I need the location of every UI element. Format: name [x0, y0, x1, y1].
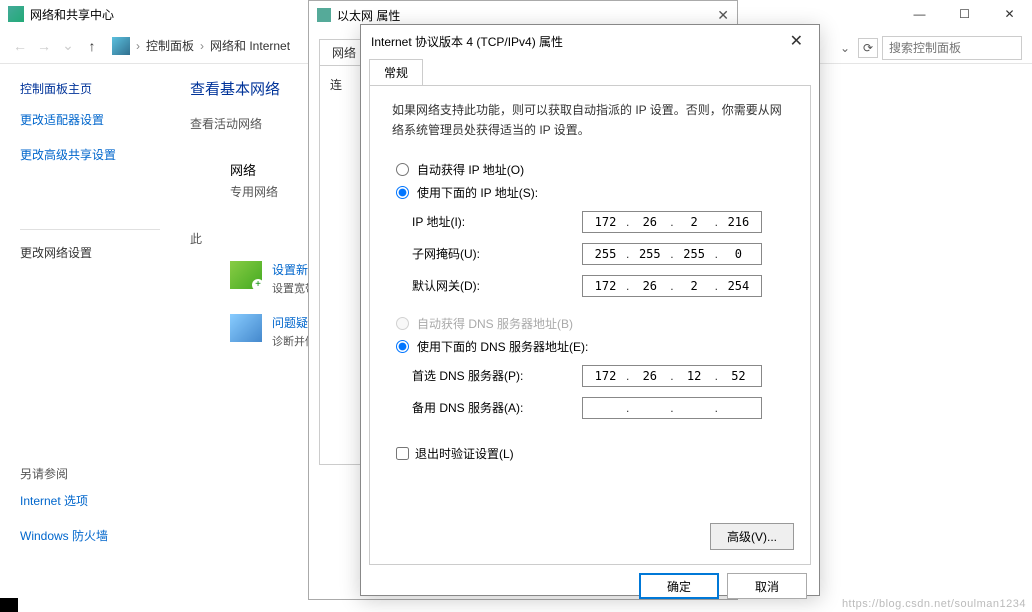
radio-manual-ip[interactable]: 使用下面的 IP 地址(S): — [396, 184, 794, 201]
search-input[interactable] — [882, 36, 1022, 60]
radio-auto-dns-input — [396, 317, 409, 330]
breadcrumb[interactable]: › 控制面板 › 网络和 Internet — [112, 37, 290, 55]
sidebar-firewall[interactable]: Windows 防火墙 — [20, 527, 108, 544]
dns2-oct-4[interactable] — [721, 401, 755, 415]
eth-title: 以太网 属性 — [337, 7, 400, 24]
dns2-oct-3[interactable] — [677, 401, 711, 415]
control-panel-icon — [112, 37, 130, 55]
close-icon[interactable]: ✕ — [717, 7, 729, 24]
gw-oct-4[interactable] — [721, 279, 755, 293]
ip-address-label: IP 地址(I): — [412, 213, 582, 230]
subnet-mask-input[interactable]: . . . — [582, 243, 762, 265]
recent-chevron-icon[interactable]: ⌄ — [56, 34, 80, 58]
dns1-oct-2[interactable] — [633, 369, 667, 383]
sidebar-home[interactable]: 控制面板主页 — [20, 80, 160, 97]
dns1-oct-3[interactable] — [677, 369, 711, 383]
sidebar-adapter-settings[interactable]: 更改适配器设置 — [20, 111, 160, 128]
breadcrumb-item[interactable]: 网络和 Internet — [210, 37, 290, 54]
sidebar-internet-options[interactable]: Internet 选项 — [20, 492, 108, 509]
chevron-right-icon: › — [200, 39, 204, 53]
back-arrow-icon[interactable]: ← — [8, 34, 32, 58]
radio-auto-dns-label: 自动获得 DNS 服务器地址(B) — [417, 315, 573, 332]
subnet-mask-label: 子网掩码(U): — [412, 245, 582, 262]
ethernet-icon — [317, 8, 331, 22]
ip-oct-4[interactable] — [721, 215, 755, 229]
taskbar-fragment — [0, 598, 18, 612]
ip-oct-3[interactable] — [677, 215, 711, 229]
bg-title: 网络和共享中心 — [30, 6, 114, 23]
radio-auto-dns: 自动获得 DNS 服务器地址(B) — [396, 315, 794, 332]
radio-auto-ip[interactable]: 自动获得 IP 地址(O) — [396, 161, 794, 178]
gw-oct-3[interactable] — [677, 279, 711, 293]
ip-oct-2[interactable] — [633, 215, 667, 229]
up-arrow-icon[interactable]: ↑ — [80, 34, 104, 58]
mask-oct-4[interactable] — [721, 247, 755, 261]
ip-address-input[interactable]: . . . — [582, 211, 762, 233]
ipv4-titlebar: Internet 协议版本 4 (TCP/IPv4) 属性 ✕ — [361, 25, 819, 57]
validate-checkbox-row[interactable]: 退出时验证设置(L) — [396, 445, 794, 462]
maximize-button[interactable]: ☐ — [942, 0, 987, 28]
advanced-button[interactable]: 高级(V)... — [710, 523, 794, 550]
mask-oct-2[interactable] — [633, 247, 667, 261]
gw-oct-1[interactable] — [588, 279, 622, 293]
validate-label: 退出时验证设置(L) — [415, 445, 514, 462]
close-icon[interactable]: ✕ — [784, 31, 809, 51]
ok-button[interactable]: 确定 — [639, 573, 719, 599]
gateway-input[interactable]: . . . — [582, 275, 762, 297]
ipv4-panel: 如果网络支持此功能，则可以获取自动指派的 IP 设置。否则，你需要从网络系统管理… — [369, 85, 811, 565]
gateway-label: 默认网关(D): — [412, 277, 582, 294]
network-icon — [8, 6, 24, 22]
forward-arrow-icon[interactable]: → — [32, 34, 56, 58]
refresh-icon[interactable]: ⟳ — [858, 38, 878, 58]
radio-manual-dns-input[interactable] — [396, 340, 409, 353]
radio-manual-dns[interactable]: 使用下面的 DNS 服务器地址(E): — [396, 338, 794, 355]
dns2-input[interactable]: . . . — [582, 397, 762, 419]
breadcrumb-dropdown-icon[interactable]: ⌄ — [836, 41, 854, 55]
breadcrumb-root[interactable]: 控制面板 — [146, 37, 194, 54]
ipv4-title: Internet 协议版本 4 (TCP/IPv4) 属性 — [371, 33, 563, 50]
radio-auto-ip-input[interactable] — [396, 163, 409, 176]
mask-oct-1[interactable] — [588, 247, 622, 261]
radio-manual-dns-label: 使用下面的 DNS 服务器地址(E): — [417, 338, 588, 355]
sidebar-change-network[interactable]: 更改网络设置 — [20, 244, 160, 261]
dns2-oct-1[interactable] — [588, 401, 622, 415]
ipv4-description: 如果网络支持此功能，则可以获取自动指派的 IP 设置。否则，你需要从网络系统管理… — [392, 100, 788, 141]
chevron-right-icon: › — [136, 39, 140, 53]
watermark: https://blog.csdn.net/soulman1234 — [842, 598, 1026, 610]
minimize-button[interactable]: — — [897, 0, 942, 28]
radio-manual-ip-label: 使用下面的 IP 地址(S): — [417, 184, 538, 201]
dns2-label: 备用 DNS 服务器(A): — [412, 399, 582, 416]
close-button[interactable]: ✕ — [987, 0, 1032, 28]
ipv4-properties-dialog: Internet 协议版本 4 (TCP/IPv4) 属性 ✕ 常规 如果网络支… — [360, 24, 820, 596]
radio-manual-ip-input[interactable] — [396, 186, 409, 199]
validate-checkbox[interactable] — [396, 447, 409, 460]
dns1-input[interactable]: . . . — [582, 365, 762, 387]
dns1-oct-4[interactable] — [721, 369, 755, 383]
radio-auto-ip-label: 自动获得 IP 地址(O) — [417, 161, 524, 178]
dns2-oct-2[interactable] — [633, 401, 667, 415]
setup-connection-icon — [230, 261, 262, 289]
mask-oct-3[interactable] — [677, 247, 711, 261]
cancel-button[interactable]: 取消 — [727, 573, 807, 599]
troubleshoot-icon — [230, 314, 262, 342]
dns1-oct-1[interactable] — [588, 369, 622, 383]
ip-oct-1[interactable] — [588, 215, 622, 229]
see-also-label: 另请参阅 — [20, 465, 108, 482]
dns1-label: 首选 DNS 服务器(P): — [412, 367, 582, 384]
tab-general[interactable]: 常规 — [369, 59, 423, 85]
gw-oct-2[interactable] — [633, 279, 667, 293]
sidebar-sharing-settings[interactable]: 更改高级共享设置 — [20, 146, 160, 163]
sidebar: 控制面板主页 更改适配器设置 更改高级共享设置 更改网络设置 另请参阅 Inte… — [0, 64, 180, 612]
